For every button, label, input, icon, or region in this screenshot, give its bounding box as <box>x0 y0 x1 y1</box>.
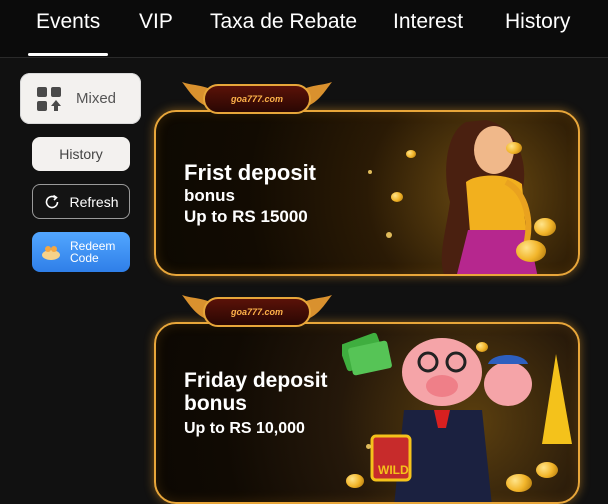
mixed-label: Mixed <box>76 90 117 107</box>
gold-coin-icon <box>536 462 558 478</box>
sparkle-icon <box>386 232 392 238</box>
refresh-icon <box>46 194 59 208</box>
gold-coin-icon <box>346 474 364 488</box>
gold-coin-icon <box>516 240 546 262</box>
banner-detail-prefix: Up to RS <box>184 420 256 437</box>
tab-taxa-de-rebate[interactable]: Taxa de Rebate <box>210 10 357 38</box>
history-button[interactable]: History <box>32 137 130 171</box>
tab-events[interactable]: Events <box>36 10 100 38</box>
gold-coin-icon <box>476 342 488 352</box>
gold-coin-icon <box>534 218 556 236</box>
first-deposit-bonus-banner[interactable]: Frist deposit bonus Up to RS 15000 <box>154 110 580 276</box>
friday-deposit-bonus-banner[interactable]: Friday deposit bonus Up to RS 10,000 WIL… <box>154 322 580 504</box>
banner-title: Friday deposit <box>184 369 328 392</box>
mixed-category-button[interactable]: Mixed <box>20 73 141 124</box>
gold-coin-icon <box>506 474 532 492</box>
brand-logo: goa777.com <box>203 84 311 114</box>
gold-coin-icon <box>406 150 416 158</box>
sparkle-icon <box>368 170 372 174</box>
redeem-label-line2: Code <box>70 251 99 265</box>
active-tab-indicator <box>28 53 108 56</box>
refresh-label: Refresh <box>69 193 119 210</box>
banner-title: Frist deposit <box>184 160 317 185</box>
tab-interest[interactable]: Interest <box>393 10 463 38</box>
banner-subtitle: bonus <box>184 186 235 205</box>
woman-in-sari-illustration <box>441 120 538 274</box>
redeem-code-button[interactable]: Redeem Code <box>32 232 130 272</box>
banner-detail: Up to RS 15000 <box>184 207 308 226</box>
gold-coin-icon <box>506 142 522 154</box>
banner-detail-value: 10,000 <box>256 420 305 437</box>
sparkle-icon <box>366 444 371 449</box>
grid-shapes-icon <box>37 86 61 111</box>
svg-text:WILD: WILD <box>378 463 409 477</box>
top-tab-bar: Events VIP Taxa de Rebate Interest Histo… <box>0 0 608 58</box>
gold-coin-icon <box>391 192 403 202</box>
tab-vip[interactable]: VIP <box>139 10 173 38</box>
banner-subtitle: bonus <box>184 392 247 415</box>
history-label: History <box>59 146 103 162</box>
brand-logo: goa777.com <box>203 297 311 327</box>
banner-detail: Up to RS 10,000 <box>184 420 305 438</box>
refresh-button[interactable]: Refresh <box>32 184 130 219</box>
tab-history[interactable]: History <box>505 10 570 38</box>
gift-icon <box>42 246 60 260</box>
redeem-label: Redeem Code <box>70 240 115 264</box>
